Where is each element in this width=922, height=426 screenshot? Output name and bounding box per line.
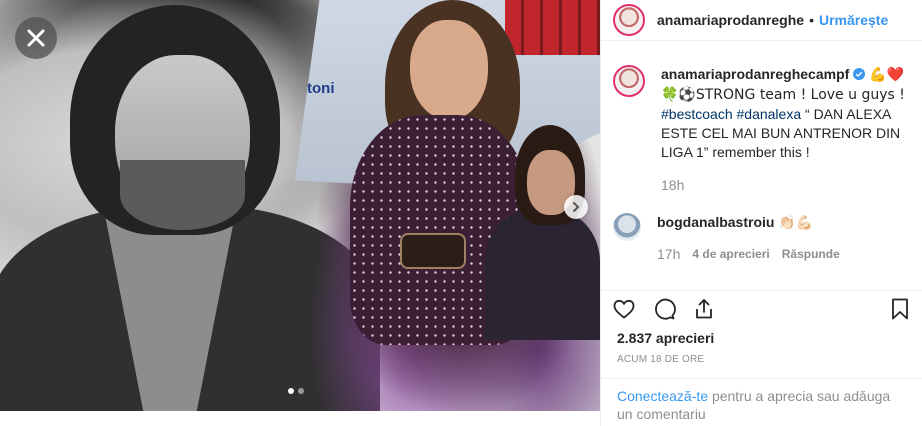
caption: anamariaprodanreghecampf 💪❤️ 🍀⚽STRONG te… [601, 65, 922, 195]
caption-author-avatar[interactable] [613, 65, 645, 97]
photo-man-beard [120, 160, 245, 230]
bookmark-icon [892, 298, 908, 319]
photo-red-folders [505, 0, 600, 55]
caption-line-1: 🍀⚽STRONG team ! Love u guys ! [661, 87, 905, 103]
verified-icon [853, 68, 866, 80]
photo-belt [400, 233, 466, 269]
caption-username[interactable]: anamariaprodanreghecampf [661, 66, 849, 82]
carousel-dot [298, 388, 304, 394]
close-button[interactable] [15, 17, 57, 59]
login-link[interactable]: Conectează-te [617, 388, 708, 404]
follow-button[interactable]: Urmărește [819, 12, 888, 28]
photo-woman-face [410, 20, 488, 120]
comment-text: 👏🏻💪🏻 [778, 215, 814, 231]
post-details-panel: anamariaprodanreghe • Urmărește anamaria… [600, 0, 922, 426]
caption-emoji: 💪❤️ [869, 67, 904, 83]
author-username[interactable]: anamariaprodanreghe [657, 12, 804, 28]
reply-button[interactable]: Răspunde [782, 245, 840, 264]
chevron-right-icon [573, 202, 580, 212]
comment-time[interactable]: 17h [657, 245, 680, 264]
caption-body: anamariaprodanreghecampf 💪❤️ 🍀⚽STRONG te… [661, 65, 911, 195]
next-slide-button[interactable] [564, 195, 588, 219]
carousel-dot-active [288, 388, 294, 394]
like-button[interactable] [611, 296, 637, 322]
post-header: anamariaprodanreghe • Urmărește [601, 0, 922, 41]
photo-wall-text: toni [307, 80, 335, 97]
hashtag-bestcoach[interactable]: #bestcoach [661, 106, 733, 122]
heart-icon [613, 299, 635, 319]
post-timestamp[interactable]: ACUM 18 DE ORE [617, 354, 704, 365]
comment-likes[interactable]: 4 de aprecieri [692, 245, 769, 264]
comment-body: bogdanalbastroiu 👏🏻💪🏻 17h 4 de aprecieri… [657, 213, 907, 264]
header-separator: • [809, 12, 814, 28]
post-media[interactable]: toni [0, 0, 600, 411]
author-avatar[interactable] [613, 4, 645, 36]
action-bar [601, 290, 922, 326]
save-button[interactable] [887, 296, 913, 322]
photo-man2-body [485, 210, 600, 340]
commenter-username[interactable]: bogdanalbastroiu [657, 214, 774, 230]
comment-icon [655, 298, 676, 320]
likes-count[interactable]: 2.837 aprecieri [617, 330, 714, 346]
share-icon [696, 298, 712, 318]
caption-meta: 18h [661, 176, 911, 195]
commenter-avatar[interactable] [613, 213, 641, 241]
carousel-indicator [288, 388, 304, 394]
comment-item: bogdanalbastroiu 👏🏻💪🏻 17h 4 de aprecieri… [601, 213, 922, 264]
comments-list: anamariaprodanreghecampf 💪❤️ 🍀⚽STRONG te… [601, 65, 922, 264]
hashtag-danalexa[interactable]: #danalexa [737, 106, 802, 122]
share-button[interactable] [691, 296, 717, 322]
caption-time[interactable]: 18h [661, 176, 684, 195]
login-prompt: Conectează-te pentru a aprecia sau adăug… [601, 378, 922, 426]
close-icon [27, 29, 45, 47]
comment-meta: 17h 4 de aprecieri Răspunde [657, 245, 907, 264]
comment-button[interactable] [651, 296, 677, 322]
